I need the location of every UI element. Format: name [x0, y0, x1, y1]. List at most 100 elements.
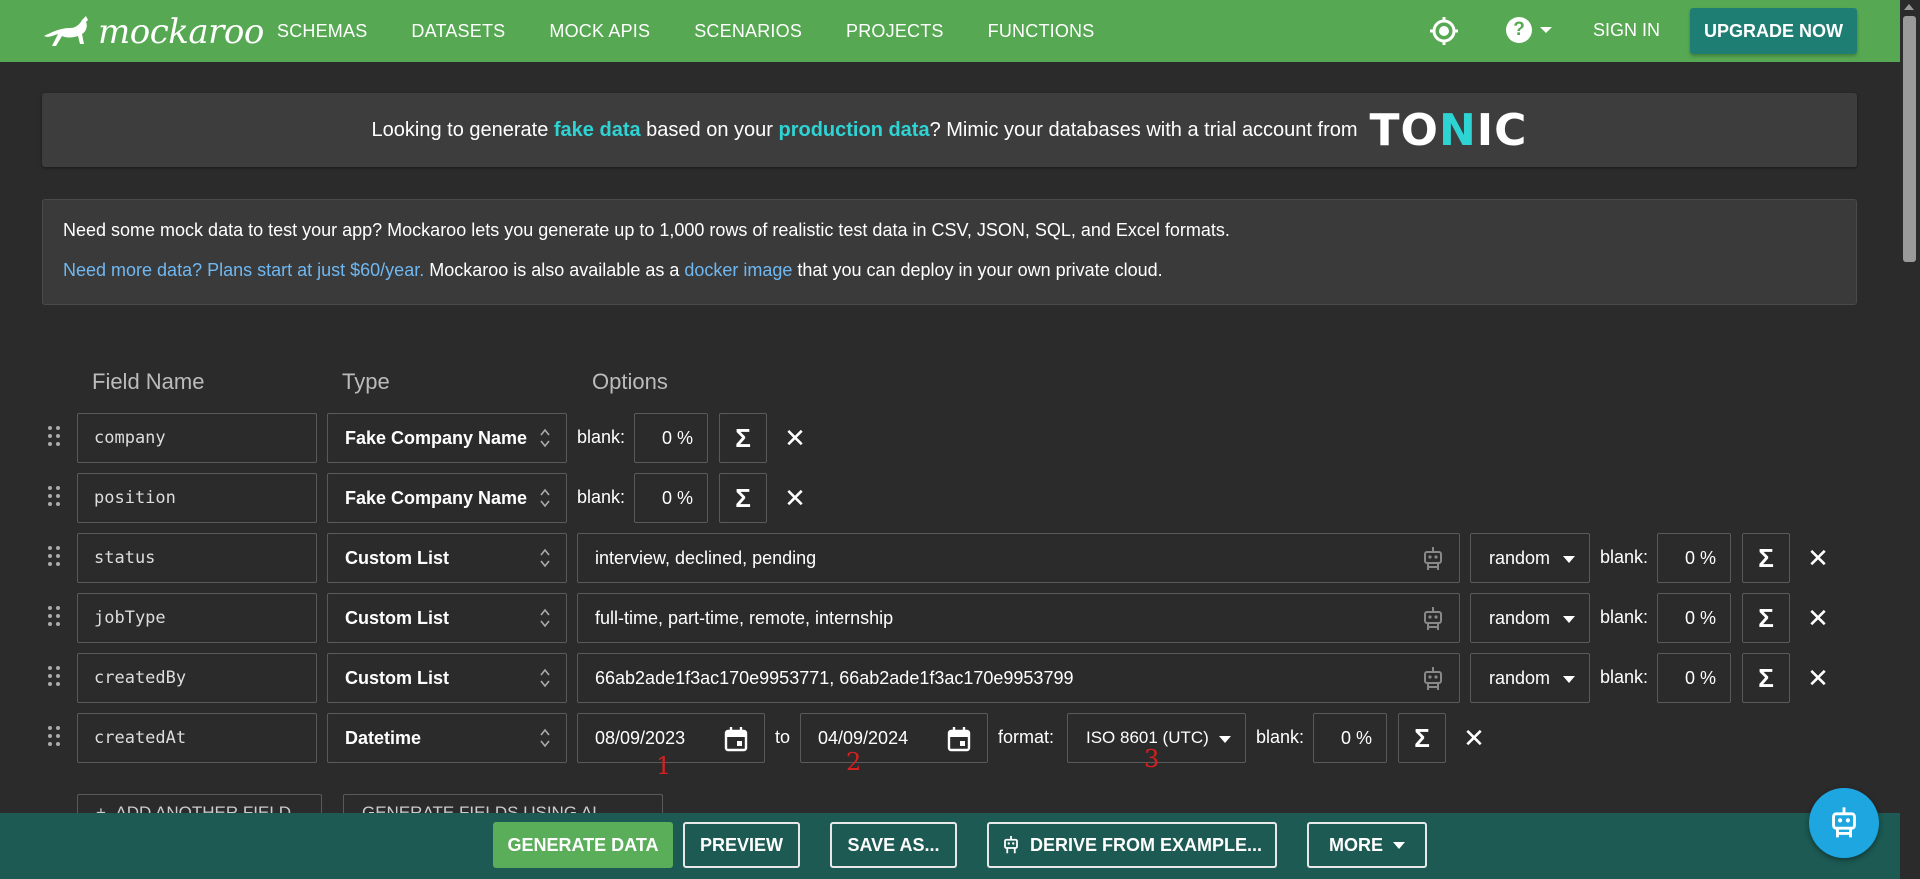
drag-handle-icon[interactable] [48, 546, 62, 568]
more-label: MORE [1329, 834, 1383, 855]
calendar-icon[interactable] [947, 726, 971, 752]
field-name-input[interactable]: status [77, 533, 317, 583]
header-field-name: Field Name [92, 369, 205, 394]
sign-in-link[interactable]: SIGN IN [1593, 20, 1660, 41]
blank-percent-input[interactable]: 0 % [634, 473, 708, 523]
custom-list-input[interactable]: full-time, part-time, remote, internship [577, 593, 1460, 643]
theme-toggle-icon[interactable] [1430, 17, 1458, 45]
blank-label: blank: [577, 487, 626, 507]
drag-handle-icon[interactable] [48, 606, 62, 628]
field-type-select[interactable]: Fake Company Name [327, 473, 567, 523]
drag-handle-icon[interactable] [48, 486, 62, 508]
robot-icon[interactable] [1421, 606, 1445, 632]
field-type-select[interactable]: Datetime [327, 713, 567, 763]
upgrade-button[interactable]: UPGRADE NOW [1690, 8, 1857, 54]
formula-button[interactable]: Σ [1742, 533, 1790, 583]
formula-button[interactable]: Σ [719, 473, 767, 523]
chevron-down-icon [1540, 27, 1552, 33]
field-type-select[interactable]: Custom List [327, 593, 567, 643]
logo[interactable]: mockaroo [42, 12, 264, 52]
derive-from-example-button[interactable]: DERIVE FROM EXAMPLE... [987, 822, 1277, 868]
field-name-input[interactable]: createdAt [77, 713, 317, 763]
nav-scenarios[interactable]: SCENARIOS [694, 21, 802, 42]
preview-button[interactable]: PREVIEW [683, 822, 800, 868]
derive-label: DERIVE FROM EXAMPLE... [1029, 834, 1263, 855]
field-type-label: Fake Company Name [345, 428, 528, 448]
more-button[interactable]: MORE [1307, 822, 1427, 868]
scrollbar-thumb[interactable] [1903, 16, 1916, 262]
field-row: position Fake Company Name blank: 0 % Σ … [0, 473, 1920, 523]
blank-percent-input[interactable]: 0 % [1657, 653, 1731, 703]
formula-button[interactable]: Σ [719, 413, 767, 463]
order-select[interactable]: random [1470, 653, 1590, 703]
chevron-down-icon [1219, 736, 1231, 743]
info-panel: Need some mock data to test your app? Mo… [42, 199, 1857, 305]
blank-label: blank: [1256, 727, 1305, 747]
robot-icon[interactable] [1421, 546, 1445, 572]
blank-percent-input[interactable]: 0 % [634, 413, 708, 463]
order-value: random [1489, 548, 1551, 568]
order-select[interactable]: random [1470, 593, 1590, 643]
custom-list-values: 66ab2ade1f3ac170e9953771, 66ab2ade1f3ac1… [595, 668, 1074, 688]
close-icon[interactable]: ✕ [782, 425, 808, 451]
blank-percent-input[interactable]: 0 % [1657, 593, 1731, 643]
date-to-input[interactable]: 04/09/2024 [800, 713, 988, 763]
field-name-input[interactable]: jobType [77, 593, 317, 643]
save-as-button[interactable]: SAVE AS... [830, 822, 957, 868]
header-options: Options [592, 369, 668, 394]
field-type-select[interactable]: Custom List [327, 533, 567, 583]
plans-link[interactable]: Need more data? Plans start at just $60/… [63, 260, 424, 280]
action-bar [0, 813, 1920, 879]
docker-link[interactable]: docker image [684, 260, 792, 280]
updown-icon [540, 548, 550, 568]
nav-schemas[interactable]: SCHEMAS [277, 21, 367, 42]
updown-icon [540, 608, 550, 628]
field-type-label: Fake Company Name [345, 488, 528, 508]
blank-label: blank: [1600, 547, 1649, 567]
logo-text: mockaroo [98, 12, 264, 52]
field-name-input[interactable]: company [77, 413, 317, 463]
formula-button[interactable]: Σ [1742, 653, 1790, 703]
updown-icon [540, 488, 550, 508]
calendar-icon[interactable] [724, 726, 748, 752]
drag-handle-icon[interactable] [48, 666, 62, 688]
nav-functions[interactable]: FUNCTIONS [988, 21, 1095, 42]
ai-assistant-button[interactable] [1809, 788, 1879, 858]
blank-label: blank: [1600, 607, 1649, 627]
robot-icon[interactable] [1421, 666, 1445, 692]
drag-handle-icon[interactable] [48, 726, 62, 748]
chevron-down-icon [1563, 676, 1575, 683]
custom-list-input[interactable]: 66ab2ade1f3ac170e9953771, 66ab2ade1f3ac1… [577, 653, 1460, 703]
order-select[interactable]: random [1470, 533, 1590, 583]
close-icon[interactable]: ✕ [782, 485, 808, 511]
format-label: format: [998, 727, 1055, 747]
to-label: to [775, 727, 791, 747]
close-icon[interactable]: ✕ [1805, 665, 1831, 691]
close-icon[interactable]: ✕ [1461, 725, 1487, 751]
custom-list-input[interactable]: interview, declined, pending [577, 533, 1460, 583]
nav-mock-apis[interactable]: MOCK APIS [549, 21, 650, 42]
drag-handle-icon[interactable] [48, 426, 62, 448]
blank-percent-input[interactable]: 0 % [1313, 713, 1387, 763]
updown-icon [540, 668, 550, 688]
close-icon[interactable]: ✕ [1805, 545, 1831, 571]
blank-label: blank: [1600, 667, 1649, 687]
chevron-down-icon [1563, 616, 1575, 623]
field-row: createdBy Custom List 66ab2ade1f3ac170e9… [0, 653, 1920, 703]
close-icon[interactable]: ✕ [1805, 605, 1831, 631]
formula-button[interactable]: Σ [1742, 593, 1790, 643]
generate-data-button[interactable]: GENERATE DATA [493, 822, 673, 868]
nav-datasets[interactable]: DATASETS [411, 21, 505, 42]
field-type-select[interactable]: Custom List [327, 653, 567, 703]
field-name-input[interactable]: createdBy [77, 653, 317, 703]
field-type-label: Custom List [345, 548, 450, 568]
field-type-select[interactable]: Fake Company Name [327, 413, 567, 463]
help-menu[interactable]: ? [1506, 17, 1552, 43]
field-row: company Fake Company Name blank: 0 % Σ ✕ [0, 413, 1920, 463]
formula-button[interactable]: Σ [1398, 713, 1446, 763]
nav-projects[interactable]: PROJECTS [846, 21, 944, 42]
field-name-input[interactable]: position [77, 473, 317, 523]
scroll-up-icon[interactable] [1904, 4, 1914, 10]
tonic-banner[interactable]: Looking to generate fake data based on y… [42, 93, 1857, 167]
blank-percent-input[interactable]: 0 % [1657, 533, 1731, 583]
